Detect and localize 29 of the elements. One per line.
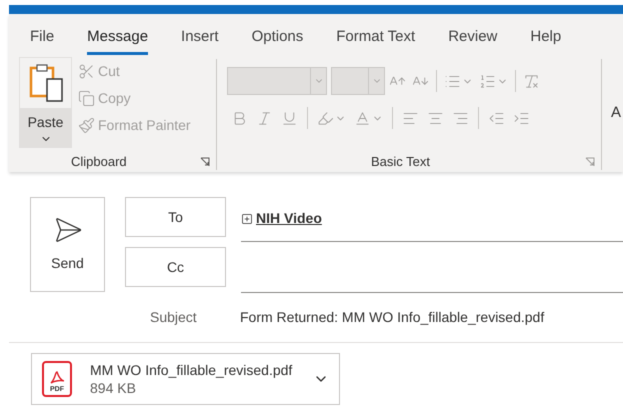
ribbon-tab[interactable]: Message	[87, 26, 148, 55]
send-button[interactable]: Send	[30, 197, 105, 292]
dialog-launcher-icon	[585, 157, 595, 167]
to-field[interactable]: NIH Video	[241, 197, 623, 242]
recipient-link[interactable]: NIH Video	[256, 208, 322, 229]
ribbon-tab[interactable]: Insert	[181, 26, 219, 55]
group-label: Basic Text	[371, 153, 430, 172]
ribbon-tab[interactable]: Review	[448, 26, 498, 55]
paintbrush-icon	[78, 117, 95, 134]
ribbon-tab[interactable]: Options	[252, 26, 304, 55]
subject-label: Subject	[150, 308, 198, 327]
to-button[interactable]: To	[125, 197, 226, 237]
paste-button[interactable]: Paste	[19, 57, 72, 148]
expand-icon[interactable]	[241, 212, 253, 224]
dialog-launcher-icon	[200, 157, 210, 167]
paste-label: Paste	[28, 113, 64, 132]
copy-icon	[78, 90, 95, 107]
cc-button[interactable]: Cc	[125, 247, 226, 287]
attachment-name: MM WO Info_fillable_revised.pdf	[90, 361, 294, 379]
clipboard-icon	[28, 63, 64, 103]
scissors-icon	[78, 63, 95, 80]
ribbon-tab[interactable]: Format Text	[336, 26, 416, 55]
ribbon-tab[interactable]: File	[30, 26, 54, 55]
ribbon-tab[interactable]: Help	[530, 26, 562, 55]
group-label: Clipboard	[71, 153, 127, 172]
attachment-size: 894 KB	[90, 379, 137, 397]
pdf-swirl-icon	[49, 371, 65, 385]
subject-field[interactable]: Form Returned: MM WO Info_fillable_revised.pdf	[240, 307, 544, 328]
group-label-fragment: A	[611, 104, 622, 121]
